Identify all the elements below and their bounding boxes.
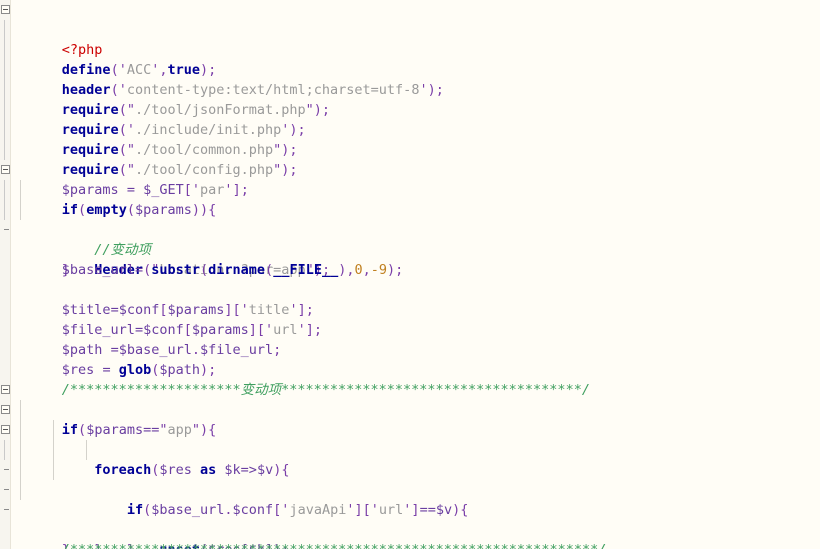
indent-guide [20, 180, 21, 200]
code-line[interactable]: $file_url=$conf[$params]['url']; [0, 300, 820, 338]
fold-end-icon [4, 469, 9, 470]
code-line-comment-banner[interactable]: /*********************变动项***************… [0, 360, 820, 398]
fold-bar-icon [4, 440, 5, 460]
code-line[interactable]: } [0, 220, 820, 278]
code-line[interactable]: if(empty($params)){ [0, 160, 820, 218]
code-lines-container[interactable]: <?php define('ACC',true); header('conten… [0, 0, 820, 549]
fold-end-icon [4, 489, 9, 490]
code-line[interactable]: $params = $_GET['par']; [0, 140, 820, 198]
code-editor[interactable]: <?php define('ACC',true); header('conten… [0, 0, 820, 549]
indent-guide [20, 440, 21, 460]
code-line[interactable]: if($base_url.$conf['javaApi']['url']==$v… [0, 420, 820, 518]
code-line[interactable]: $result = array(); [0, 540, 820, 549]
fold-bar-icon [4, 40, 5, 60]
indent-guide [53, 460, 54, 480]
indent-guide [53, 440, 54, 460]
fold-bar-icon [4, 120, 5, 140]
code-line[interactable]: } [0, 500, 820, 549]
fold-bar-icon [4, 180, 5, 200]
fold-bar-icon [4, 100, 5, 120]
code-line[interactable]: header('content-type:text/html;charset=u… [0, 40, 820, 98]
code-line[interactable]: require("./tool/jsonFormat.php"); [0, 60, 820, 118]
code-line[interactable]: require('./include/init.php'); [0, 80, 820, 138]
fold-marker-open-icon[interactable] [1, 5, 10, 14]
code-line-blank[interactable] [0, 260, 820, 280]
indent-guide [20, 460, 21, 480]
fold-bar-icon [4, 200, 5, 220]
indent-guide [20, 480, 21, 500]
code-line[interactable]: if($params=="app"){ [0, 380, 820, 438]
indent-guide [53, 420, 54, 440]
indent-guide [20, 200, 21, 220]
code-line[interactable]: require("./tool/config.php"); [0, 120, 820, 178]
fold-marker-open-icon[interactable] [1, 425, 10, 434]
indent-guide [20, 420, 21, 440]
fold-bar-icon [4, 20, 5, 40]
indent-guide [20, 400, 21, 420]
code-line[interactable]: $res = glob($path); [0, 340, 820, 378]
code-line[interactable]: foreach($res as $k=>$v){ [0, 400, 820, 478]
fold-bar-icon [4, 60, 5, 80]
code-line[interactable]: $path =$base_url.$file_url; [0, 320, 820, 358]
fold-end-icon [4, 509, 9, 510]
code-line[interactable]: define('ACC',true); [0, 20, 820, 78]
code-line[interactable]: Header("Location: ?par=app"); [0, 200, 820, 278]
code-line[interactable]: $base_url= substr(dirname(__FILE__),0,-9… [0, 240, 820, 278]
fold-end-icon [4, 229, 9, 230]
fold-marker-open-icon[interactable] [1, 385, 10, 394]
code-line-comment-banner[interactable]: /***************************************… [0, 520, 820, 549]
code-line[interactable]: unset($res[$k]); [0, 440, 820, 549]
code-line[interactable]: require("./tool/common.php"); [0, 100, 820, 158]
fold-marker-open-icon[interactable] [1, 165, 10, 174]
fold-bar-icon [4, 80, 5, 100]
fold-bar-icon [4, 140, 5, 160]
code-line[interactable]: $title=$conf[$params]['title']; [0, 280, 820, 318]
code-line[interactable]: } [0, 460, 820, 549]
code-line[interactable]: <?php [0, 0, 820, 58]
indent-guide [86, 440, 87, 460]
code-line[interactable]: } [0, 480, 820, 549]
fold-marker-open-icon[interactable] [1, 405, 10, 414]
code-line[interactable]: //变动项 [0, 180, 820, 258]
